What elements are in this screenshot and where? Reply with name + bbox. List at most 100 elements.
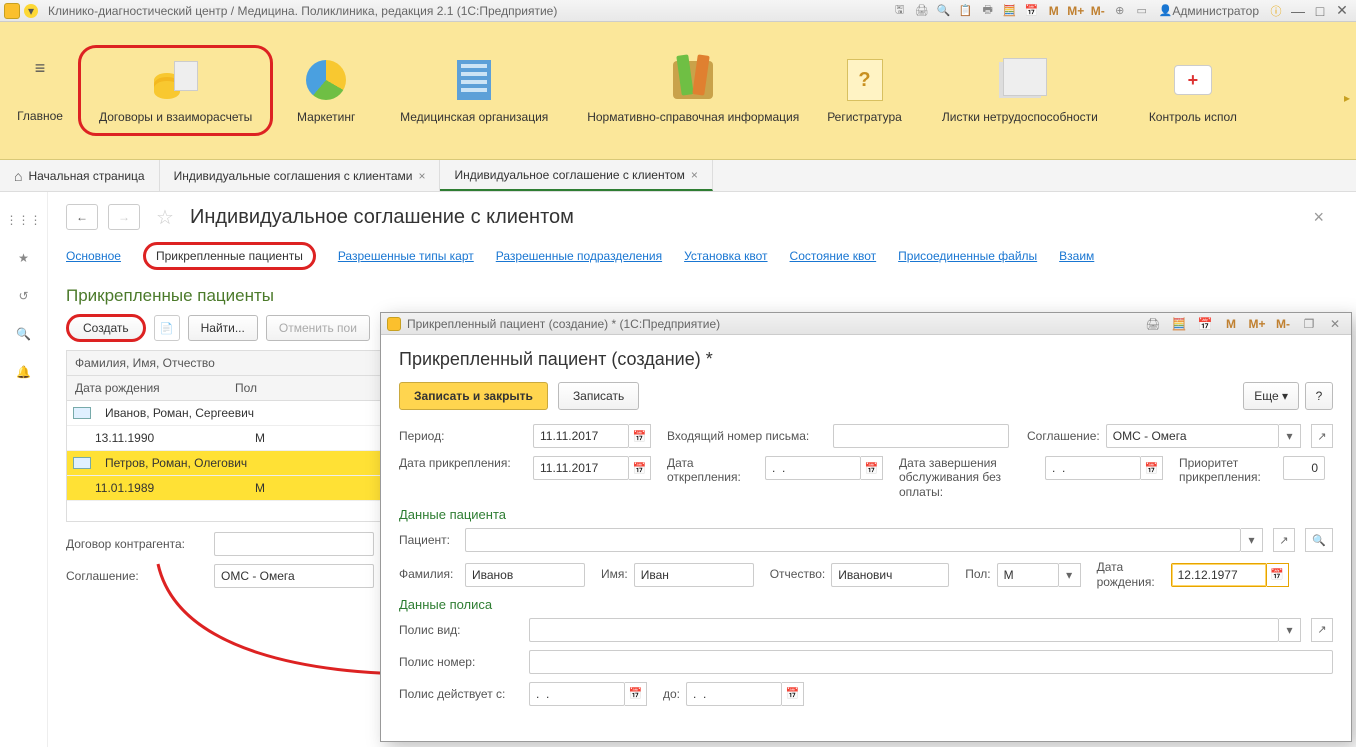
policy-to-field[interactable] bbox=[686, 682, 782, 706]
chevron-down-icon[interactable]: ▾ bbox=[1279, 424, 1301, 448]
col-fio[interactable]: Фамилия, Имя, Отчество bbox=[67, 351, 387, 375]
toolbar-home[interactable]: Главное bbox=[17, 109, 63, 123]
subnav-files[interactable]: Присоединенные файлы bbox=[898, 249, 1037, 263]
attach-date-field[interactable] bbox=[533, 456, 629, 480]
open-button[interactable]: ↗ bbox=[1311, 424, 1333, 448]
notifications-icon[interactable]: 🔔 bbox=[14, 362, 34, 382]
open-button[interactable]: ↗ bbox=[1311, 618, 1333, 642]
zoom-in-icon[interactable]: ⊕ bbox=[1110, 2, 1130, 20]
chevron-down-icon[interactable]: ▾ bbox=[1241, 528, 1263, 552]
close-button[interactable]: ✕ bbox=[1332, 2, 1352, 20]
nav-forward-button[interactable]: → bbox=[108, 204, 140, 230]
col-date[interactable]: Дата рождения bbox=[67, 376, 227, 400]
patronymic-field[interactable] bbox=[831, 563, 949, 587]
save-button[interactable]: Записать bbox=[558, 382, 639, 410]
lookup-button[interactable]: 🔍 bbox=[1305, 528, 1333, 552]
toolbar-sickleave[interactable]: Листки нетрудоспособности bbox=[920, 50, 1120, 130]
memory-m-button[interactable]: M bbox=[1044, 2, 1064, 20]
policy-from-field[interactable] bbox=[529, 682, 625, 706]
modal-mplus-button[interactable]: M+ bbox=[1247, 317, 1267, 331]
chevron-down-icon[interactable]: ▾ bbox=[1059, 563, 1081, 587]
menu-icon[interactable]: ≡ bbox=[25, 58, 55, 79]
search-icon[interactable]: 🔍 bbox=[14, 324, 34, 344]
subnav-card-types[interactable]: Разрешенные типы карт bbox=[338, 249, 474, 263]
name-field[interactable] bbox=[634, 563, 754, 587]
calendar-icon[interactable]: 📅 bbox=[625, 682, 647, 706]
patient-field[interactable] bbox=[465, 528, 1241, 552]
agreement-field[interactable] bbox=[214, 564, 374, 588]
calc-icon[interactable]: 🧮 bbox=[1000, 2, 1020, 20]
toolbar-reference[interactable]: Нормативно-справочная информация bbox=[577, 50, 809, 130]
tab-agreements-list[interactable]: Индивидуальные соглашения с клиентами × bbox=[160, 160, 441, 191]
toolbar-medorg[interactable]: Медицинская организация bbox=[379, 50, 569, 130]
minimize-button[interactable]: — bbox=[1288, 2, 1308, 20]
apps-icon[interactable]: ⋮⋮⋮ bbox=[14, 210, 34, 230]
service-end-field[interactable] bbox=[1045, 456, 1141, 480]
subnav-quota-set[interactable]: Установка квот bbox=[684, 249, 767, 263]
close-icon[interactable]: × bbox=[691, 168, 698, 182]
create-button[interactable]: Создать bbox=[66, 314, 146, 342]
modal-restore-button[interactable]: ❐ bbox=[1299, 317, 1319, 331]
subnav-vzaim[interactable]: Взаим bbox=[1059, 249, 1094, 263]
agreement-field[interactable] bbox=[1106, 424, 1279, 448]
nav-back-button[interactable]: ← bbox=[66, 204, 98, 230]
inbox-field[interactable] bbox=[833, 424, 1009, 448]
window-icon[interactable]: ▭ bbox=[1132, 2, 1152, 20]
close-icon[interactable]: × bbox=[418, 169, 425, 183]
create-from-template-button[interactable]: 📄 bbox=[154, 315, 180, 341]
period-field[interactable] bbox=[533, 424, 629, 448]
maximize-button[interactable]: □ bbox=[1310, 2, 1330, 20]
toolbar-control[interactable]: Контроль испол bbox=[1128, 50, 1258, 130]
copy-icon[interactable]: 📋 bbox=[956, 2, 976, 20]
subnav-attached-patients[interactable]: Прикрепленные пациенты bbox=[143, 242, 316, 270]
app-menu-dropdown-icon[interactable]: ▾ bbox=[24, 4, 38, 18]
toolbar-marketing[interactable]: Маркетинг bbox=[281, 50, 371, 130]
open-button[interactable]: ↗ bbox=[1273, 528, 1295, 552]
cancel-search-button[interactable]: Отменить пои bbox=[266, 315, 370, 341]
modal-print-icon[interactable]: 🖨 bbox=[1143, 317, 1163, 331]
calendar-icon[interactable]: 📅 bbox=[782, 682, 804, 706]
subnav-quota-state[interactable]: Состояние квот bbox=[790, 249, 877, 263]
save-icon[interactable]: 🖫 bbox=[890, 2, 910, 20]
help-button[interactable]: ? bbox=[1305, 382, 1333, 410]
user-label[interactable]: 👤 Администратор bbox=[1154, 2, 1264, 20]
calendar-icon[interactable]: 📅 bbox=[1022, 2, 1042, 20]
modal-close-button[interactable]: ✕ bbox=[1325, 317, 1345, 331]
chevron-down-icon[interactable]: ▾ bbox=[1279, 618, 1301, 642]
memory-mplus-button[interactable]: M+ bbox=[1066, 2, 1086, 20]
policy-type-field[interactable] bbox=[529, 618, 1279, 642]
calendar-icon[interactable]: 📅 bbox=[1141, 456, 1163, 480]
toolbar-contracts[interactable]: Договоры и взаиморасчеты bbox=[78, 45, 273, 135]
info-icon[interactable]: ⓘ bbox=[1266, 2, 1286, 20]
memory-mminus-button[interactable]: M- bbox=[1088, 2, 1108, 20]
modal-calendar-icon[interactable]: 📅 bbox=[1195, 317, 1215, 331]
subnav-departments[interactable]: Разрешенные подразделения bbox=[496, 249, 662, 263]
preview-icon[interactable]: 🔍 bbox=[934, 2, 954, 20]
priority-field[interactable] bbox=[1283, 456, 1325, 480]
modal-m-button[interactable]: M bbox=[1221, 317, 1241, 331]
more-button[interactable]: Еще ▾ bbox=[1243, 382, 1299, 410]
modal-calc-icon[interactable]: 🧮 bbox=[1169, 317, 1189, 331]
history-icon[interactable]: ↺ bbox=[14, 286, 34, 306]
save-close-button[interactable]: Записать и закрыть bbox=[399, 382, 548, 410]
favorites-icon[interactable]: ★ bbox=[14, 248, 34, 268]
star-icon[interactable]: ☆ bbox=[156, 205, 174, 230]
modal-mminus-button[interactable]: M- bbox=[1273, 317, 1293, 331]
policy-number-field[interactable] bbox=[529, 650, 1333, 674]
print2-icon[interactable]: 🖶 bbox=[978, 2, 998, 20]
subnav-main[interactable]: Основное bbox=[66, 249, 121, 263]
contract-field[interactable] bbox=[214, 532, 374, 556]
tab-home[interactable]: ⌂ Начальная страница bbox=[0, 160, 160, 191]
page-close-button[interactable]: × bbox=[1313, 207, 1324, 228]
calendar-icon[interactable]: 📅 bbox=[1267, 563, 1289, 587]
scroll-right-icon[interactable]: ▸ bbox=[1344, 91, 1350, 105]
dob-field[interactable] bbox=[1171, 563, 1267, 587]
calendar-icon[interactable]: 📅 bbox=[629, 424, 651, 448]
toolbar-registry[interactable]: Регистратура bbox=[817, 50, 912, 130]
print-icon[interactable]: 🖨 bbox=[912, 2, 932, 20]
detach-date-field[interactable] bbox=[765, 456, 861, 480]
surname-field[interactable] bbox=[465, 563, 585, 587]
find-button[interactable]: Найти... bbox=[188, 315, 258, 341]
col-sex[interactable]: Пол bbox=[227, 376, 367, 400]
calendar-icon[interactable]: 📅 bbox=[861, 456, 883, 480]
